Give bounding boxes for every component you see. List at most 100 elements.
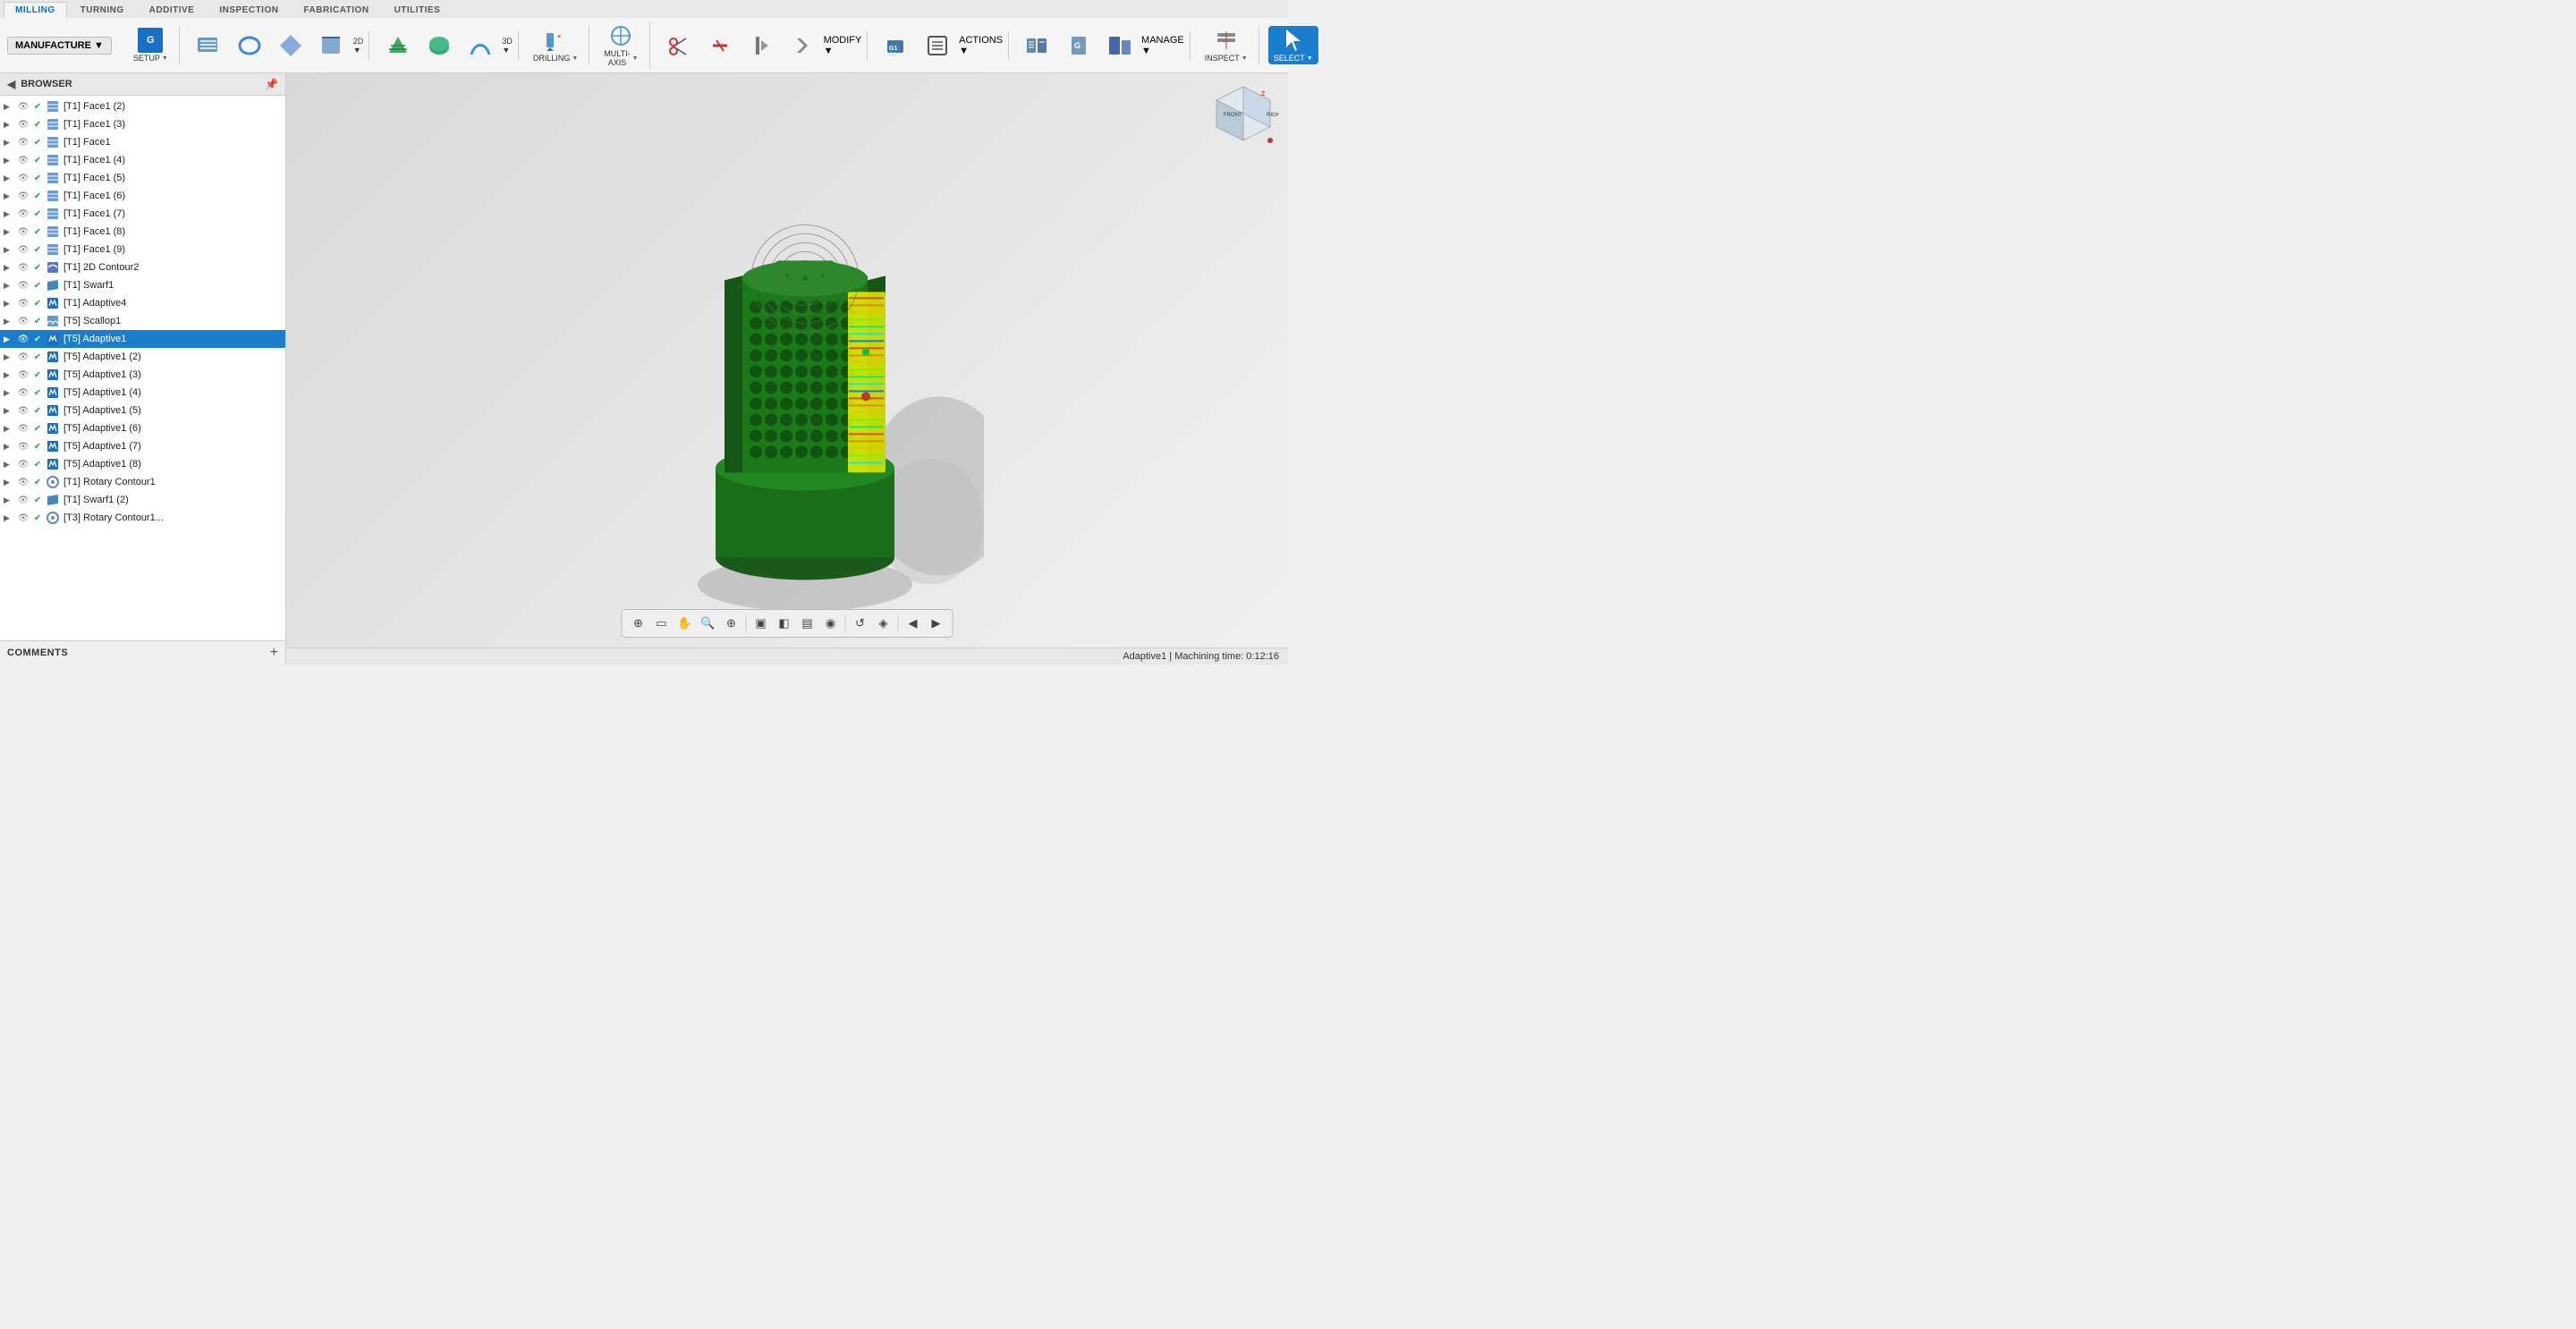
2d-item-2[interactable]	[230, 31, 269, 60]
tree-item-t5_adaptive1_2[interactable]: ▶ 👁 ✔ [T5] Adaptive1 (2)	[0, 348, 285, 366]
actions-item-2[interactable]	[918, 31, 957, 60]
eye-icon: 👁	[16, 440, 30, 453]
tree-item-t5_adaptive1[interactable]: ▶ 👁 ✔ [T5] Adaptive1	[0, 330, 285, 348]
drilling-item-1[interactable]: + DRILLING ▼	[528, 26, 583, 64]
tab-utilities[interactable]: UTILITIES	[383, 2, 453, 18]
tree-item-t1_face4[interactable]: ▶ 👁 ✔ [T1] Face1 (4)	[0, 151, 285, 169]
eye-icon: 👁	[16, 333, 30, 345]
setup-button[interactable]: G SETUP ▼	[128, 26, 174, 64]
modify-item-3[interactable]	[741, 31, 781, 60]
vbt-appear[interactable]: ◈	[873, 613, 894, 634]
manage-item-1[interactable]	[1018, 31, 1057, 60]
item-label: [T5] Adaptive1 (7)	[64, 441, 141, 452]
tree-item-t5_adaptive1_5[interactable]: ▶ 👁 ✔ [T5] Adaptive1 (5)	[0, 402, 285, 419]
vbt-view2[interactable]: ◧	[774, 613, 795, 634]
multiaxis-item-1[interactable]: MULTI-AXIS ▼	[598, 21, 643, 69]
vbt-orbit[interactable]: ↺	[850, 613, 871, 634]
vbt-view1[interactable]: ▣	[750, 613, 772, 634]
check-icon: ✔	[30, 243, 45, 256]
tree-item-t1_face9[interactable]: ▶ 👁 ✔ [T1] Face1 (9)	[0, 241, 285, 258]
select-item-1[interactable]: SELECT ▼	[1268, 26, 1318, 64]
group-setup: G SETUP ▼	[123, 26, 180, 64]
check-icon: ✔	[30, 315, 45, 327]
tree-item-t5_adaptive1_7[interactable]: ▶ 👁 ✔ [T5] Adaptive1 (7)	[0, 437, 285, 455]
expand-arrow: ▶	[4, 406, 16, 416]
actions-item-1[interactable]: G1 G2	[877, 31, 916, 60]
modify-item-1[interactable]	[659, 31, 699, 60]
tab-milling[interactable]: MILLING	[4, 2, 67, 18]
tree-item-t5_scallop1[interactable]: ▶ 👁 ✔ [T5] Scallop1	[0, 312, 285, 330]
3d-item-3[interactable]	[461, 31, 500, 60]
tab-additive[interactable]: ADDITIVE	[138, 2, 207, 18]
2d-item-4[interactable]	[312, 31, 352, 60]
expand-arrow: ▶	[4, 334, 16, 344]
tab-inspection[interactable]: INSPECTION	[208, 2, 290, 18]
expand-arrow: ▶	[4, 460, 16, 470]
nav-cube[interactable]: Z RIGHT FRONT	[1208, 82, 1279, 154]
manage-item-3[interactable]	[1100, 31, 1140, 60]
inspect-item-1[interactable]: INSPECT ▼	[1199, 26, 1253, 64]
tree-item-t1_2dcontour2[interactable]: ▶ 👁 ✔ [T1] 2D Contour2	[0, 258, 285, 276]
2d-item-3[interactable]	[271, 31, 310, 60]
tree-item-t1_face3[interactable]: ▶ 👁 ✔ [T1] Face1 (3)	[0, 115, 285, 133]
vbt-pan[interactable]: ✋	[674, 613, 696, 634]
item-label: [T5] Adaptive1 (2)	[64, 351, 141, 362]
expand-arrow: ▶	[4, 191, 16, 201]
tab-turning[interactable]: TURNING	[69, 2, 136, 18]
eye-icon: 👁	[16, 261, 30, 274]
tree-item-t1_face8[interactable]: ▶ 👁 ✔ [T1] Face1 (8)	[0, 223, 285, 241]
sidebar-collapse-button[interactable]: ◀	[7, 78, 15, 90]
tree-item-t5_adaptive1_6[interactable]: ▶ 👁 ✔ [T5] Adaptive1 (6)	[0, 419, 285, 437]
3d-group-label: 3D ▼	[502, 37, 513, 55]
modify-item-2[interactable]	[700, 31, 740, 60]
2d-item-1[interactable]	[189, 31, 228, 60]
tree-item-t1_face5[interactable]: ▶ 👁 ✔ [T1] Face1 (5)	[0, 169, 285, 187]
manufacture-dropdown[interactable]: MANUFACTURE ▼	[7, 37, 112, 55]
tree-item-t3_rotarycontour1[interactable]: ▶ 👁 ✔ [T3] Rotary Contour1...	[0, 509, 285, 527]
3d-item-1[interactable]	[378, 31, 418, 60]
tree-item-t1_face7[interactable]: ▶ 👁 ✔ [T1] Face1 (7)	[0, 205, 285, 223]
tree-item-t1_face2[interactable]: ▶ 👁 ✔ [T1] Face1 (2)	[0, 97, 285, 115]
vbt-view4[interactable]: ◉	[820, 613, 842, 634]
vbt-next[interactable]: ▶	[926, 613, 947, 634]
vbt-zoomregion[interactable]: ⊕	[721, 613, 742, 634]
tree-item-t1_swarf1[interactable]: ▶ 👁 ✔ [T1] Swarf1	[0, 276, 285, 294]
3d-icon-3	[468, 33, 493, 58]
op-icon-scallop	[45, 314, 61, 328]
tree-item-t1_face1[interactable]: ▶ 👁 ✔ [T1] Face1	[0, 133, 285, 151]
op-icon-face	[45, 224, 61, 239]
vbt-prev[interactable]: ◀	[902, 613, 924, 634]
tree-item-t1_adaptive4[interactable]: ▶ 👁 ✔ [T1] Adaptive4	[0, 294, 285, 312]
expand-arrow: ▶	[4, 299, 16, 309]
vbt-zoom[interactable]: 🔍	[698, 613, 719, 634]
manage-item-2[interactable]: G	[1059, 31, 1098, 60]
tab-fabrication[interactable]: FABRICATION	[292, 2, 380, 18]
viewport[interactable]: Z RIGHT FRONT ⊕ ▭ ✋ 🔍 ⊕ ▣ ◧ ▤ ◉	[286, 73, 1288, 664]
sidebar-pin-button[interactable]: 📌	[265, 78, 278, 90]
check-icon: ✔	[30, 386, 45, 399]
vbt-fit[interactable]: ▭	[651, 613, 673, 634]
tree-item-t5_adaptive1_8[interactable]: ▶ 👁 ✔ [T5] Adaptive1 (8)	[0, 455, 285, 473]
eye-icon: 👁	[16, 512, 30, 524]
check-icon: ✔	[30, 440, 45, 453]
vbt-nav1[interactable]: ⊕	[628, 613, 649, 634]
select-icon	[1281, 28, 1306, 53]
vbt-view3[interactable]: ▤	[797, 613, 818, 634]
3d-item-2[interactable]	[419, 31, 459, 60]
tree-item-t1_rotarycontour1[interactable]: ▶ 👁 ✔ [T1] Rotary Contour1	[0, 473, 285, 491]
inspect-icon-1	[1214, 28, 1239, 53]
expand-arrow: ▶	[4, 370, 16, 380]
tree-item-t5_adaptive1_3[interactable]: ▶ 👁 ✔ [T5] Adaptive1 (3)	[0, 366, 285, 384]
group-select: SELECT ▼	[1263, 26, 1324, 64]
modify-item-4[interactable]	[783, 31, 822, 60]
status-bar: Adaptive1 | Machining time: 0:12:16	[286, 648, 1288, 664]
tree-item-t5_adaptive1_4[interactable]: ▶ 👁 ✔ [T5] Adaptive1 (4)	[0, 384, 285, 402]
modify-label: MODIFY ▼	[824, 35, 862, 56]
tree-item-t1_swarf1_2[interactable]: ▶ 👁 ✔ [T1] Swarf1 (2)	[0, 491, 285, 509]
modify-icon-4	[790, 33, 815, 58]
tree-item-t1_face6[interactable]: ▶ 👁 ✔ [T1] Face1 (6)	[0, 187, 285, 205]
op-icon-face	[45, 117, 61, 131]
comments-add-button[interactable]: +	[270, 645, 278, 661]
svg-text:RIGHT: RIGHT	[1267, 113, 1279, 118]
op-icon-adaptive	[45, 385, 61, 400]
